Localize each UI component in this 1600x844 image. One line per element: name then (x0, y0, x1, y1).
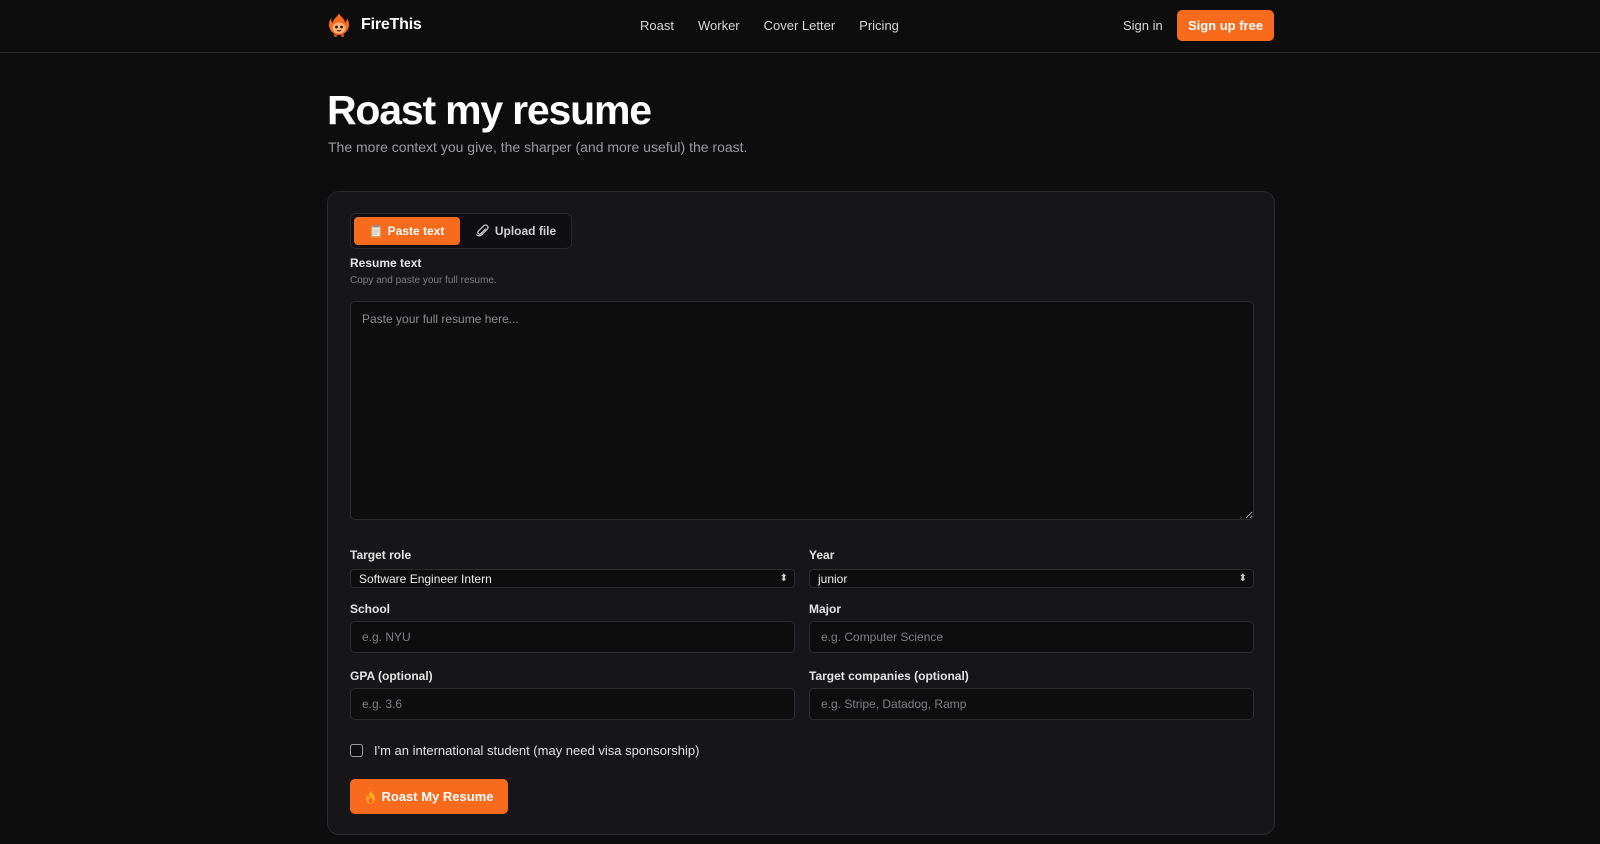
school-label: School (350, 602, 391, 616)
page-title: Roast my resume (327, 87, 652, 133)
target-companies-label: Target companies (optional) (809, 669, 969, 683)
target-companies-input[interactable] (809, 688, 1254, 720)
paperclip-icon (476, 224, 489, 237)
international-student-row: I'm an international student (may need v… (350, 743, 700, 758)
major-input[interactable] (809, 621, 1254, 653)
resume-text-hint: Copy and paste your full resume. (350, 275, 497, 286)
target-role-value: Software Engineer Intern (359, 571, 492, 586)
resume-form-card: Paste text Upload file Resume text Copy … (327, 191, 1275, 835)
roast-my-resume-label: Roast My Resume (381, 789, 494, 804)
fire-mascot-icon (328, 13, 350, 37)
fire-icon (365, 790, 375, 803)
tab-paste-text-label: Paste text (387, 224, 445, 238)
select-arrows-icon: ⬍ (779, 573, 788, 584)
brand-home-link[interactable]: FireThis (327, 12, 422, 38)
target-role-label: Target role (350, 548, 412, 562)
top-nav-bar: FireThis Roast Worker Cover Letter Prici… (0, 0, 1600, 53)
tab-upload-file-label: Upload file (494, 224, 557, 238)
year-value: junior (818, 571, 848, 586)
gpa-label: GPA (optional) (350, 669, 433, 683)
page-subtitle: The more context you give, the sharper (… (328, 139, 748, 155)
year-select[interactable]: junior ⬍ (809, 569, 1254, 588)
target-role-select[interactable]: Software Engineer Intern ⬍ (350, 569, 795, 588)
main-nav: Roast Worker Cover Letter Pricing (640, 18, 899, 33)
international-student-label[interactable]: I'm an international student (may need v… (374, 743, 700, 758)
sign-in-link[interactable]: Sign in (1123, 18, 1163, 33)
nav-link-worker[interactable]: Worker (698, 18, 740, 33)
roast-my-resume-button[interactable]: Roast My Resume (350, 779, 508, 814)
clipboard-icon (370, 224, 381, 238)
gpa-input[interactable] (350, 688, 795, 720)
tab-upload-file[interactable]: Upload file (463, 217, 569, 245)
international-student-checkbox[interactable] (350, 744, 363, 757)
nav-link-pricing[interactable]: Pricing (859, 18, 899, 33)
school-input[interactable] (350, 621, 795, 653)
nav-link-cover-letter[interactable]: Cover Letter (764, 18, 836, 33)
select-arrows-icon: ⬍ (1238, 573, 1247, 584)
resume-text-label: Resume text (350, 256, 422, 270)
year-label: Year (809, 548, 835, 562)
tab-paste-text[interactable]: Paste text (354, 217, 460, 245)
major-label: Major (809, 602, 842, 616)
brand-name: FireThis (361, 16, 422, 33)
sign-up-button[interactable]: Sign up free (1177, 10, 1274, 41)
resume-textarea[interactable] (350, 301, 1254, 520)
nav-link-roast[interactable]: Roast (640, 18, 674, 33)
input-mode-tabs: Paste text Upload file (350, 213, 572, 249)
